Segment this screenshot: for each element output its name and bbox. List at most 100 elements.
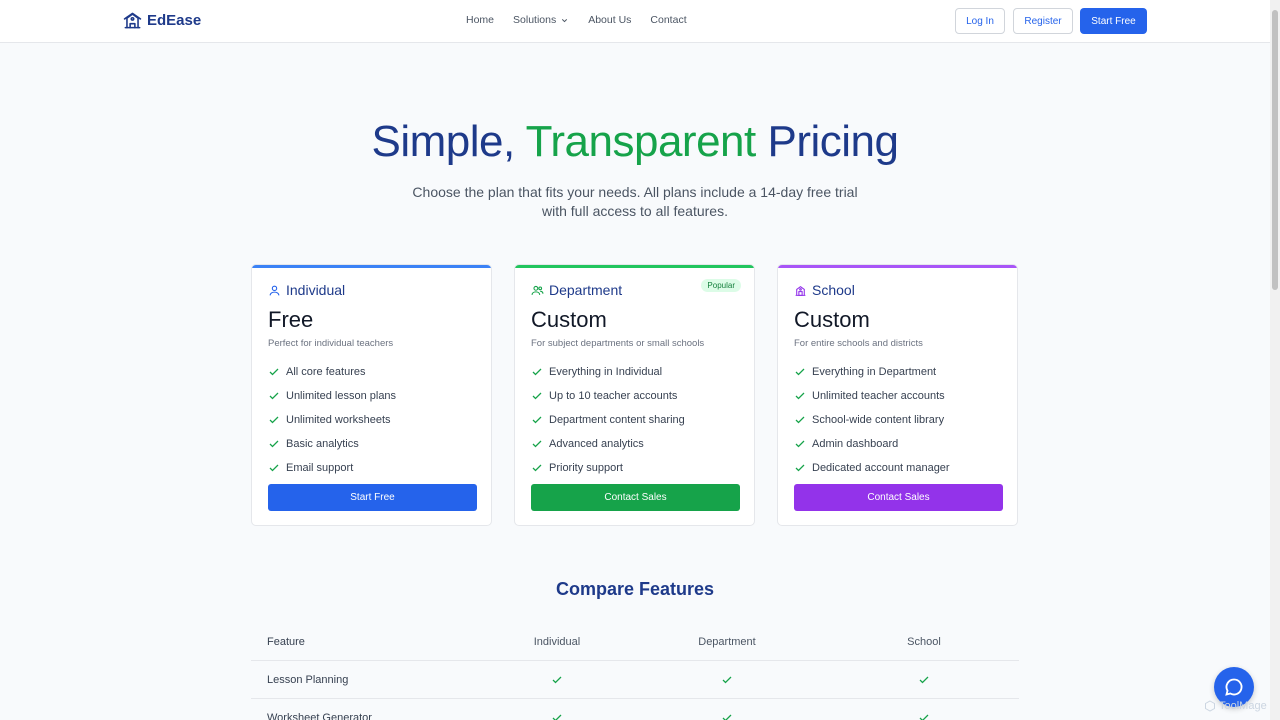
plan-feature: All core features bbox=[268, 360, 396, 384]
user-icon bbox=[269, 285, 280, 295]
check-icon bbox=[795, 440, 805, 448]
table-cell bbox=[677, 699, 777, 720]
column-header: School bbox=[907, 636, 941, 648]
check-icon bbox=[795, 416, 805, 424]
plan-feature: Admin dashboard bbox=[794, 432, 950, 456]
watermark-logo-icon bbox=[1205, 700, 1215, 712]
popular-badge: Popular bbox=[701, 279, 741, 292]
register-button[interactable]: Register bbox=[1013, 8, 1073, 34]
plan-feature-list: Everything in Department Unlimited teach… bbox=[794, 360, 950, 480]
plan-price: Custom bbox=[794, 307, 870, 332]
nav-solutions-label: Solutions bbox=[513, 14, 557, 26]
plan-name: School bbox=[812, 282, 855, 298]
check-icon bbox=[552, 714, 562, 720]
plan-card-school: School Custom For entire schools and dis… bbox=[777, 264, 1018, 526]
check-icon bbox=[552, 676, 562, 684]
table-row: Lesson Planning bbox=[251, 661, 1019, 699]
plan-feature-list: All core features Unlimited lesson plans… bbox=[268, 360, 396, 480]
check-icon bbox=[269, 416, 279, 424]
nav-solutions[interactable]: Solutions bbox=[513, 14, 569, 26]
feature-label: Unlimited worksheets bbox=[286, 414, 391, 426]
plan-feature: Unlimited lesson plans bbox=[268, 384, 396, 408]
feature-label: All core features bbox=[286, 366, 366, 378]
feature-label: Email support bbox=[286, 462, 354, 474]
table-row: Worksheet Generator bbox=[251, 699, 1019, 720]
check-icon bbox=[722, 714, 732, 720]
check-icon bbox=[532, 464, 542, 472]
login-button[interactable]: Log In bbox=[955, 8, 1005, 34]
plan-feature: Advanced analytics bbox=[531, 432, 685, 456]
table-cell bbox=[677, 661, 777, 699]
feature-label: Dedicated account manager bbox=[812, 462, 950, 474]
plan-header: Department bbox=[531, 282, 622, 298]
plan-feature: Unlimited worksheets bbox=[268, 408, 396, 432]
plan-description: Perfect for individual teachers bbox=[268, 338, 394, 349]
check-icon bbox=[269, 368, 279, 376]
plan-price: Custom bbox=[531, 307, 607, 332]
feature-label: Priority support bbox=[549, 462, 623, 474]
feature-label: School-wide content library bbox=[812, 414, 945, 426]
check-icon bbox=[795, 368, 805, 376]
watermark: ToolMage bbox=[1204, 700, 1267, 712]
feature-label: Unlimited teacher accounts bbox=[812, 390, 945, 402]
feature-label: Basic analytics bbox=[286, 438, 359, 450]
brand-logo[interactable]: EdEase bbox=[123, 11, 201, 30]
brand-name: EdEase bbox=[147, 12, 202, 29]
plan-price: Free bbox=[268, 307, 314, 332]
feature-label: Unlimited lesson plans bbox=[286, 390, 397, 402]
start-free-button[interactable]: Start Free bbox=[1080, 8, 1147, 34]
navbar: EdEase Home Solutions About Us Contact L… bbox=[0, 0, 1270, 43]
plan-contact-sales-button[interactable]: Contact Sales bbox=[794, 484, 1003, 511]
plan-feature: Everything in Individual bbox=[531, 360, 685, 384]
plan-feature: School-wide content library bbox=[794, 408, 950, 432]
table-cell bbox=[507, 661, 607, 699]
check-icon bbox=[532, 368, 542, 376]
check-icon bbox=[795, 464, 805, 472]
nav-contact[interactable]: Contact bbox=[650, 14, 686, 26]
page-scrollbar[interactable] bbox=[1270, 0, 1280, 720]
hero-subtitle: Choose the plan that fits your needs. Al… bbox=[412, 184, 858, 219]
scrollbar-thumb[interactable] bbox=[1272, 10, 1278, 290]
nav-about[interactable]: About Us bbox=[588, 14, 631, 26]
main-nav: Home Solutions About Us Contact bbox=[466, 14, 687, 26]
feature-label: Advanced analytics bbox=[549, 438, 644, 450]
feature-label: Admin dashboard bbox=[812, 438, 899, 450]
check-icon bbox=[269, 464, 279, 472]
feature-label: Up to 10 teacher accounts bbox=[549, 390, 678, 402]
plan-header: School bbox=[794, 282, 855, 298]
plan-feature: Dedicated account manager bbox=[794, 456, 950, 480]
plan-name: Individual bbox=[286, 282, 346, 298]
plan-feature: Department content sharing bbox=[531, 408, 685, 432]
compare-table: Feature Individual Department School Les… bbox=[251, 623, 1019, 720]
table-cell bbox=[507, 699, 607, 720]
plan-start-free-button[interactable]: Start Free bbox=[268, 484, 477, 511]
feature-label: Everything in Department bbox=[812, 366, 937, 378]
school-icon bbox=[795, 285, 806, 296]
plan-feature: Everything in Department bbox=[794, 360, 950, 384]
plan-card-department: Department Popular Custom For subject de… bbox=[514, 264, 755, 526]
watermark-text: ToolMage bbox=[1219, 700, 1267, 712]
table-header-row: Feature Individual Department School bbox=[251, 623, 1019, 661]
check-icon bbox=[795, 392, 805, 400]
column-header: Individual bbox=[533, 636, 581, 648]
feature-name: Worksheet Generator bbox=[267, 712, 372, 720]
nav-home[interactable]: Home bbox=[466, 14, 494, 26]
table-cell bbox=[874, 699, 974, 720]
plan-contact-sales-button[interactable]: Contact Sales bbox=[531, 484, 740, 511]
check-icon bbox=[722, 676, 732, 684]
plan-name: Department bbox=[549, 282, 623, 298]
hero-title: Simple, Transparent Pricing bbox=[0, 117, 1270, 167]
check-icon bbox=[269, 392, 279, 400]
check-icon bbox=[532, 416, 542, 424]
check-icon bbox=[919, 714, 929, 720]
chat-bubble-icon bbox=[1225, 678, 1243, 696]
plan-description: For subject departments or small schools bbox=[531, 338, 705, 349]
hero-title-part2: Pricing bbox=[755, 117, 899, 166]
compare-title: Compare Features bbox=[555, 579, 715, 599]
plan-feature: Priority support bbox=[531, 456, 685, 480]
check-icon bbox=[919, 676, 929, 684]
plan-description: For entire schools and districts bbox=[794, 338, 923, 349]
plan-header: Individual bbox=[268, 282, 345, 298]
hero-title-accent: Transparent bbox=[525, 117, 757, 166]
column-header: Department bbox=[698, 636, 756, 648]
